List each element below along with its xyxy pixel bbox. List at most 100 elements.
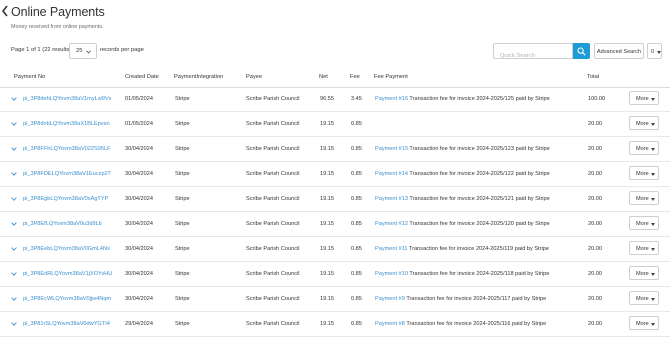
fee-payment-description: Transaction fee for invoice 2024-2025/12… — [409, 171, 550, 177]
fee-payment-link[interactable]: Payment #8 — [375, 321, 405, 327]
payment-no-link[interactable]: pi_3P8EfLQYovm38aV0u3d9Lb — [23, 221, 102, 227]
filter-count-dropdown[interactable]: 0 — [647, 43, 662, 59]
more-button[interactable]: More — [629, 166, 659, 180]
created-date: 30/04/2024 — [125, 296, 153, 302]
payment-no-link[interactable]: pi_3P8FFhLQYovm38aV022S95LF — [23, 146, 111, 152]
column-header-total[interactable]: Total — [587, 74, 599, 80]
caret-down-icon — [651, 222, 655, 226]
column-header-integration[interactable]: PaymentIntegration — [174, 74, 223, 80]
per-page-select[interactable]: 25 — [69, 43, 97, 59]
expand-chevron-icon[interactable] — [11, 147, 17, 151]
payment-integration: Stripe — [175, 246, 190, 252]
fee-payment-link[interactable]: Payment #15 — [375, 146, 408, 152]
payment-no-link[interactable]: pi_3P8EdRLQYovm38aV1jXOYvHU — [23, 271, 112, 277]
net-amount: 19.15 — [320, 271, 334, 277]
caret-down-icon — [651, 147, 655, 151]
payment-integration: Stripe — [175, 296, 190, 302]
expand-chevron-icon[interactable] — [11, 97, 17, 101]
table-header: Payment No Created Date PaymentIntegrati… — [0, 72, 670, 88]
fee-payment-link[interactable]: Payment #11 — [375, 246, 408, 252]
column-header-payee[interactable]: Payee — [246, 74, 262, 80]
per-page-value: 25 — [76, 48, 83, 54]
total-amount: 20.00 — [588, 271, 602, 277]
total-amount: 20.00 — [588, 121, 602, 127]
expand-chevron-icon[interactable] — [11, 322, 17, 326]
column-header-net[interactable]: Net — [319, 74, 328, 80]
fee-payment-link[interactable]: Payment #12 — [375, 221, 408, 227]
more-button[interactable]: More — [629, 91, 659, 105]
column-header-created-date[interactable]: Created Date — [125, 74, 159, 80]
net-amount: 19.15 — [320, 246, 334, 252]
column-header-fee[interactable]: Fee — [350, 74, 360, 80]
payment-integration: Stripe — [175, 321, 190, 327]
expand-chevron-icon[interactable] — [11, 122, 17, 126]
payment-no-link[interactable]: pi_3P8EebLQYovm38aV0GmL4Ns — [23, 246, 110, 252]
created-date: 30/04/2024 — [125, 146, 153, 152]
payment-no-link[interactable]: pi_3P8dehLQYovm38aV1myLw9Vx — [23, 96, 111, 102]
total-amount: 20.00 — [588, 146, 602, 152]
expand-chevron-icon[interactable] — [11, 297, 17, 301]
chevron-down-icon — [86, 50, 91, 54]
filter-count-value: 0 — [651, 48, 655, 55]
payee: Scribe Parish Council — [246, 296, 300, 302]
payment-integration: Stripe — [175, 196, 190, 202]
caret-down-icon — [656, 50, 661, 54]
expand-chevron-icon[interactable] — [11, 172, 17, 176]
fee-payment-link[interactable]: Payment #13 — [375, 196, 408, 202]
page-header: Online Payments Money received from onli… — [0, 0, 670, 40]
table-row: pi_3P8dnbLQYovm38aX1BLEpvsn 01/05/2024 Str… — [0, 112, 670, 137]
back-chevron-icon[interactable] — [1, 5, 9, 17]
more-button[interactable]: More — [629, 141, 659, 155]
expand-chevron-icon[interactable] — [11, 272, 17, 276]
payment-no-link[interactable]: pi_3P8EcWLQYovm38aV0jjw4Nqm — [23, 296, 111, 302]
quick-search-field[interactable] — [493, 43, 573, 63]
fee-payment-link[interactable]: Payment #14 — [375, 171, 408, 177]
fee-payment-link[interactable]: Payment #16 — [375, 96, 408, 102]
expand-chevron-icon[interactable] — [11, 247, 17, 251]
total-amount: 20.00 — [588, 196, 602, 202]
search-icon — [577, 46, 586, 56]
more-button[interactable]: More — [629, 241, 659, 255]
total-amount: 20.00 — [588, 321, 602, 327]
fee-payment-link[interactable]: Payment #9 — [375, 296, 405, 302]
fee-payment-description: Transaction fee for invoice 2024-2025/11… — [409, 271, 550, 277]
table-row: pi_3P8EcWLQYovm38aV0jjw4Nqm 30/04/2024 Str… — [0, 287, 670, 312]
more-button[interactable]: More — [629, 316, 659, 330]
payment-no-link[interactable]: pi_3P8dnbLQYovm38aX1BLEpvsn — [23, 121, 110, 127]
payment-integration: Stripe — [175, 271, 190, 277]
fee-payment-link[interactable]: Payment #10 — [375, 271, 408, 277]
created-date: 01/05/2024 — [125, 121, 153, 127]
quick-search-input[interactable] — [494, 49, 572, 63]
more-button[interactable]: More — [629, 191, 659, 205]
caret-down-icon — [651, 197, 655, 201]
created-date: 30/04/2024 — [125, 246, 153, 252]
fee-payment-description: Transaction fee for invoice 2024-2025/12… — [409, 221, 550, 227]
net-amount: 19.15 — [320, 321, 334, 327]
created-date: 29/04/2024 — [125, 321, 153, 327]
payment-integration: Stripe — [175, 96, 190, 102]
payment-no-link[interactable]: pi_3P8FDELQYovm38aV1Euczp27 — [23, 171, 111, 177]
advanced-search-button[interactable]: Advanced Search — [594, 43, 644, 59]
column-header-payment-no[interactable]: Payment No — [14, 74, 45, 80]
table-row: pi_3P8dehLQYovm38aV1myLw9Vx 01/05/2024 Str… — [0, 87, 670, 112]
expand-chevron-icon[interactable] — [11, 222, 17, 226]
payment-no-link[interactable]: pi_3P8EgbLQYovm38aV0xAgTYP — [23, 196, 108, 202]
caret-down-icon — [651, 97, 655, 101]
column-header-fee-payment[interactable]: Fee Payment — [374, 74, 408, 80]
more-button-label: More — [636, 220, 649, 227]
search-button[interactable] — [573, 43, 590, 59]
more-button-label: More — [636, 195, 649, 202]
payee: Scribe Parish Council — [246, 321, 300, 327]
fee-amount: 0.85 — [351, 146, 362, 152]
table-row: pi_3P8EfLQYovm38aV0u3d9Lb 30/04/2024 Strip… — [0, 212, 670, 237]
expand-chevron-icon[interactable] — [11, 197, 17, 201]
more-button[interactable]: More — [629, 116, 659, 130]
payment-no-link[interactable]: pi_3P81rSLQYovm38aV0dwYGTI4 — [23, 321, 110, 327]
payee: Scribe Parish Council — [246, 221, 300, 227]
more-button[interactable]: More — [629, 291, 659, 305]
more-button[interactable]: More — [629, 216, 659, 230]
caret-down-icon — [651, 272, 655, 276]
total-amount: 20.00 — [588, 221, 602, 227]
more-button[interactable]: More — [629, 266, 659, 280]
table-row: pi_3P8FFhLQYovm38aV022S95LF 30/04/2024 Str… — [0, 137, 670, 162]
